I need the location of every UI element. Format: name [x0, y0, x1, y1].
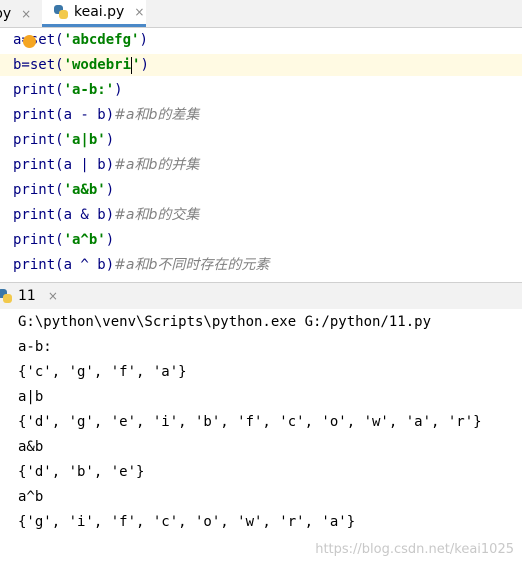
close-icon[interactable]: ×	[48, 289, 58, 303]
code-token: )	[105, 132, 115, 148]
console-line: a|b	[18, 389, 44, 405]
code-comment: #a和b不同时存在的元素	[114, 257, 270, 273]
console-line: a^b	[18, 489, 44, 505]
lightbulb-icon[interactable]	[23, 35, 36, 48]
watermark: https://blog.csdn.net/keai1025	[315, 542, 514, 557]
console-line: {'d', 'g', 'e', 'i', 'b', 'f', 'c', 'o',…	[18, 414, 482, 430]
code-token: )	[105, 232, 115, 248]
console-line: a&b	[18, 439, 44, 455]
code-token: print(a - b)	[13, 107, 115, 123]
code-line[interactable]: print('a^b')	[13, 229, 114, 251]
code-editor[interactable]: a=set('abcdefg') b=set('wodebri') print('a…	[0, 28, 522, 282]
close-icon[interactable]: ×	[134, 5, 144, 19]
string-literal: 'abcdefg'	[63, 32, 140, 48]
close-icon[interactable]: ×	[21, 7, 31, 21]
python-run-icon	[0, 289, 12, 303]
code-token: b=set(	[13, 57, 64, 73]
code-token: print(	[13, 132, 64, 148]
run-console[interactable]: G:\python\venv\Scripts\python.exe G:/pyt…	[0, 309, 522, 567]
code-token: )	[140, 57, 149, 73]
string-literal: 'wodebri	[63, 57, 132, 73]
code-token: print(a ^ b)	[13, 257, 115, 273]
code-comment: #a和b的交集	[114, 207, 200, 223]
editor-tab-bar: py × keai.py ×	[0, 0, 522, 28]
code-token: )	[114, 82, 123, 98]
code-line[interactable]: print(a & b)#a和b的交集	[13, 204, 199, 226]
tab-keai-py[interactable]: keai.py ×	[42, 0, 146, 27]
code-line[interactable]: print('a-b:')	[13, 79, 123, 101]
code-token: print(a | b)	[13, 157, 115, 173]
code-token: print(	[13, 82, 64, 98]
code-line[interactable]: print('a|b')	[13, 129, 114, 151]
code-token: )	[105, 182, 115, 198]
console-line: G:\python\venv\Scripts\python.exe G:/pyt…	[18, 314, 432, 330]
tab-label: keai.py	[74, 4, 125, 20]
run-tab-label[interactable]: 11	[18, 288, 36, 304]
tab-prev-file[interactable]: py ×	[0, 0, 32, 27]
console-line: {'c', 'g', 'f', 'a'}	[18, 364, 187, 380]
code-comment: #a和b的并集	[114, 157, 200, 173]
console-line: a-b:	[18, 339, 52, 355]
string-literal: 'a|b'	[63, 132, 106, 148]
code-line[interactable]: print(a ^ b)#a和b不同时存在的元素	[13, 254, 269, 276]
tab-label: py	[0, 5, 12, 22]
code-line[interactable]: print(a | b)#a和b的并集	[13, 154, 199, 176]
console-line: {'g', 'i', 'f', 'c', 'o', 'w', 'r', 'a'}	[18, 514, 356, 530]
code-token: print(a & b)	[13, 207, 115, 223]
code-token: print(	[13, 182, 64, 198]
code-line[interactable]: b=set('wodebri')	[0, 54, 522, 76]
code-token: )	[139, 32, 148, 48]
run-tool-window-header: 11 ×	[0, 282, 522, 310]
code-line[interactable]: print('a&b')	[13, 179, 114, 201]
python-file-icon	[54, 5, 68, 19]
code-comment: #a和b的差集	[114, 107, 200, 123]
code-token: print(	[13, 232, 64, 248]
string-literal: 'a^b'	[63, 232, 106, 248]
string-literal: 'a-b:'	[63, 82, 115, 98]
string-literal: 'a&b'	[63, 182, 106, 198]
code-line[interactable]: print(a - b)#a和b的差集	[13, 104, 199, 126]
console-line: {'d', 'b', 'e'}	[18, 464, 145, 480]
